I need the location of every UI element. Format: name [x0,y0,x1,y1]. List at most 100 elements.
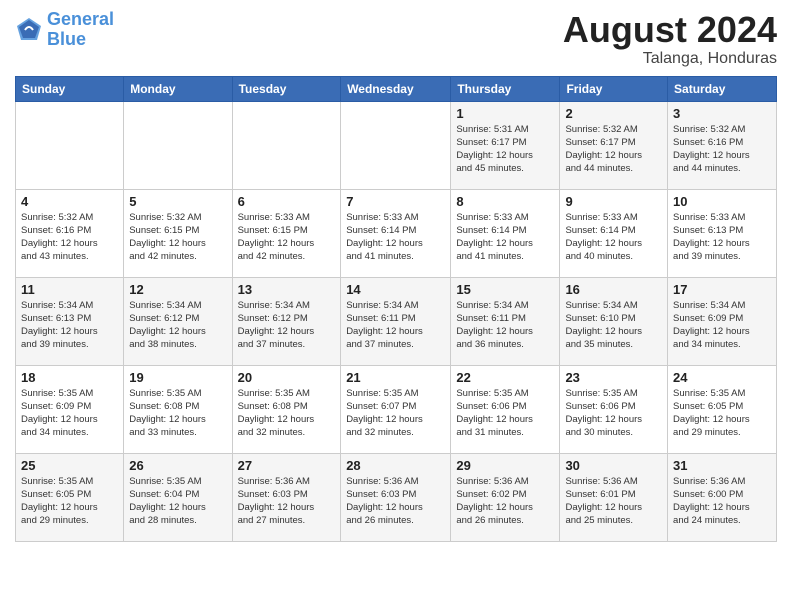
day-cell: 17Sunrise: 5:34 AM Sunset: 6:09 PM Dayli… [668,277,777,365]
title-block: August 2024 Talanga, Honduras [563,10,777,68]
day-cell [16,101,124,189]
week-row-4: 18 Sunrise: 5:35 AM Sunset: 6:09 PM Dayli… [16,365,777,453]
day-cell: 18 Sunrise: 5:35 AM Sunset: 6:09 PM Dayli… [16,365,124,453]
logo-line1: General [47,9,114,29]
day-cell: 19 Sunrise: 5:35 AM Sunset: 6:08 PM Dayli… [124,365,232,453]
day-number: 14 [346,282,445,297]
day-number: 15 [456,282,554,297]
subtitle: Talanga, Honduras [563,50,777,68]
day-info: Sunrise: 5:35 AM Sunset: 6:06 PM Dayligh… [456,387,554,440]
day-number: 12 [129,282,226,297]
day-cell: 15 Sunrise: 5:34 AM Sunset: 6:11 PM Dayli… [451,277,560,365]
week-row-1: 1Sunrise: 5:31 AM Sunset: 6:17 PM Daylig… [16,101,777,189]
day-info: Sunrise: 5:33 AM Sunset: 6:15 PM Dayligh… [238,211,336,264]
day-cell: 30Sunrise: 5:36 AM Sunset: 6:01 PM Dayli… [560,453,668,541]
day-cell: 1Sunrise: 5:31 AM Sunset: 6:17 PM Daylig… [451,101,560,189]
day-cell: 21 Sunrise: 5:35 AM Sunset: 6:07 PM Dayli… [341,365,451,453]
col-monday: Monday [124,76,232,101]
page: General Blue August 2024 Talanga, Hondur… [0,0,792,612]
day-info: Sunrise: 5:32 AM Sunset: 6:16 PM Dayligh… [21,211,118,264]
logo-icon [15,16,43,44]
calendar-body: 1Sunrise: 5:31 AM Sunset: 6:17 PM Daylig… [16,101,777,541]
day-info: Sunrise: 5:34 AM Sunset: 6:13 PM Dayligh… [21,299,118,352]
day-info: Sunrise: 5:34 AM Sunset: 6:12 PM Dayligh… [238,299,336,352]
week-row-5: 25 Sunrise: 5:35 AM Sunset: 6:05 PM Dayli… [16,453,777,541]
day-number: 24 [673,370,771,385]
day-info: Sunrise: 5:35 AM Sunset: 6:04 PM Dayligh… [129,475,226,528]
day-info: Sunrise: 5:36 AM Sunset: 6:01 PM Dayligh… [565,475,662,528]
day-cell: 16Sunrise: 5:34 AM Sunset: 6:10 PM Dayli… [560,277,668,365]
day-number: 26 [129,458,226,473]
day-info: Sunrise: 5:35 AM Sunset: 6:09 PM Dayligh… [21,387,118,440]
day-number: 27 [238,458,336,473]
day-cell: 7 Sunrise: 5:33 AM Sunset: 6:14 PM Daylig… [341,189,451,277]
day-cell: 2Sunrise: 5:32 AM Sunset: 6:17 PM Daylig… [560,101,668,189]
day-info: Sunrise: 5:33 AM Sunset: 6:14 PM Dayligh… [346,211,445,264]
day-cell: 14 Sunrise: 5:34 AM Sunset: 6:11 PM Dayli… [341,277,451,365]
logo: General Blue [15,10,114,50]
day-info: Sunrise: 5:35 AM Sunset: 6:08 PM Dayligh… [129,387,226,440]
col-sunday: Sunday [16,76,124,101]
day-number: 6 [238,194,336,209]
header-row: Sunday Monday Tuesday Wednesday Thursday… [16,76,777,101]
day-number: 4 [21,194,118,209]
day-cell: 10Sunrise: 5:33 AM Sunset: 6:13 PM Dayli… [668,189,777,277]
day-cell: 11Sunrise: 5:34 AM Sunset: 6:13 PM Dayli… [16,277,124,365]
day-info: Sunrise: 5:34 AM Sunset: 6:11 PM Dayligh… [456,299,554,352]
day-number: 29 [456,458,554,473]
day-number: 2 [565,106,662,121]
day-number: 31 [673,458,771,473]
day-number: 18 [21,370,118,385]
day-cell: 3Sunrise: 5:32 AM Sunset: 6:16 PM Daylig… [668,101,777,189]
day-cell: 24 Sunrise: 5:35 AM Sunset: 6:05 PM Dayli… [668,365,777,453]
day-number: 5 [129,194,226,209]
day-number: 10 [673,194,771,209]
day-info: Sunrise: 5:35 AM Sunset: 6:08 PM Dayligh… [238,387,336,440]
day-cell [232,101,341,189]
day-cell: 8 Sunrise: 5:33 AM Sunset: 6:14 PM Daylig… [451,189,560,277]
day-info: Sunrise: 5:35 AM Sunset: 6:05 PM Dayligh… [21,475,118,528]
day-number: 23 [565,370,662,385]
col-thursday: Thursday [451,76,560,101]
day-cell: 31Sunrise: 5:36 AM Sunset: 6:00 PM Dayli… [668,453,777,541]
day-cell: 4 Sunrise: 5:32 AM Sunset: 6:16 PM Daylig… [16,189,124,277]
day-cell: 25 Sunrise: 5:35 AM Sunset: 6:05 PM Dayli… [16,453,124,541]
day-cell: 6 Sunrise: 5:33 AM Sunset: 6:15 PM Daylig… [232,189,341,277]
day-info: Sunrise: 5:35 AM Sunset: 6:07 PM Dayligh… [346,387,445,440]
day-cell [124,101,232,189]
week-row-2: 4 Sunrise: 5:32 AM Sunset: 6:16 PM Daylig… [16,189,777,277]
day-info: Sunrise: 5:35 AM Sunset: 6:05 PM Dayligh… [673,387,771,440]
day-info: Sunrise: 5:33 AM Sunset: 6:14 PM Dayligh… [565,211,662,264]
day-cell: 28Sunrise: 5:36 AM Sunset: 6:03 PM Dayli… [341,453,451,541]
month-title: August 2024 [563,10,777,50]
col-saturday: Saturday [668,76,777,101]
day-cell: 27 Sunrise: 5:36 AM Sunset: 6:03 PM Dayli… [232,453,341,541]
logo-line2: Blue [47,29,86,49]
day-number: 7 [346,194,445,209]
day-number: 19 [129,370,226,385]
week-row-3: 11Sunrise: 5:34 AM Sunset: 6:13 PM Dayli… [16,277,777,365]
day-info: Sunrise: 5:33 AM Sunset: 6:14 PM Dayligh… [456,211,554,264]
day-number: 25 [21,458,118,473]
col-wednesday: Wednesday [341,76,451,101]
day-cell: 22Sunrise: 5:35 AM Sunset: 6:06 PM Dayli… [451,365,560,453]
day-number: 21 [346,370,445,385]
day-cell: 13 Sunrise: 5:34 AM Sunset: 6:12 PM Dayli… [232,277,341,365]
logo-text: General Blue [47,10,114,50]
day-cell: 5Sunrise: 5:32 AM Sunset: 6:15 PM Daylig… [124,189,232,277]
day-info: Sunrise: 5:34 AM Sunset: 6:10 PM Dayligh… [565,299,662,352]
day-number: 20 [238,370,336,385]
day-cell: 23 Sunrise: 5:35 AM Sunset: 6:06 PM Dayli… [560,365,668,453]
col-tuesday: Tuesday [232,76,341,101]
day-info: Sunrise: 5:36 AM Sunset: 6:02 PM Dayligh… [456,475,554,528]
day-info: Sunrise: 5:35 AM Sunset: 6:06 PM Dayligh… [565,387,662,440]
day-number: 8 [456,194,554,209]
day-cell: 20 Sunrise: 5:35 AM Sunset: 6:08 PM Dayli… [232,365,341,453]
day-cell: 29 Sunrise: 5:36 AM Sunset: 6:02 PM Dayli… [451,453,560,541]
day-info: Sunrise: 5:36 AM Sunset: 6:03 PM Dayligh… [238,475,336,528]
day-info: Sunrise: 5:34 AM Sunset: 6:11 PM Dayligh… [346,299,445,352]
header: General Blue August 2024 Talanga, Hondur… [15,10,777,68]
day-number: 13 [238,282,336,297]
day-number: 17 [673,282,771,297]
day-info: Sunrise: 5:32 AM Sunset: 6:16 PM Dayligh… [673,123,771,176]
